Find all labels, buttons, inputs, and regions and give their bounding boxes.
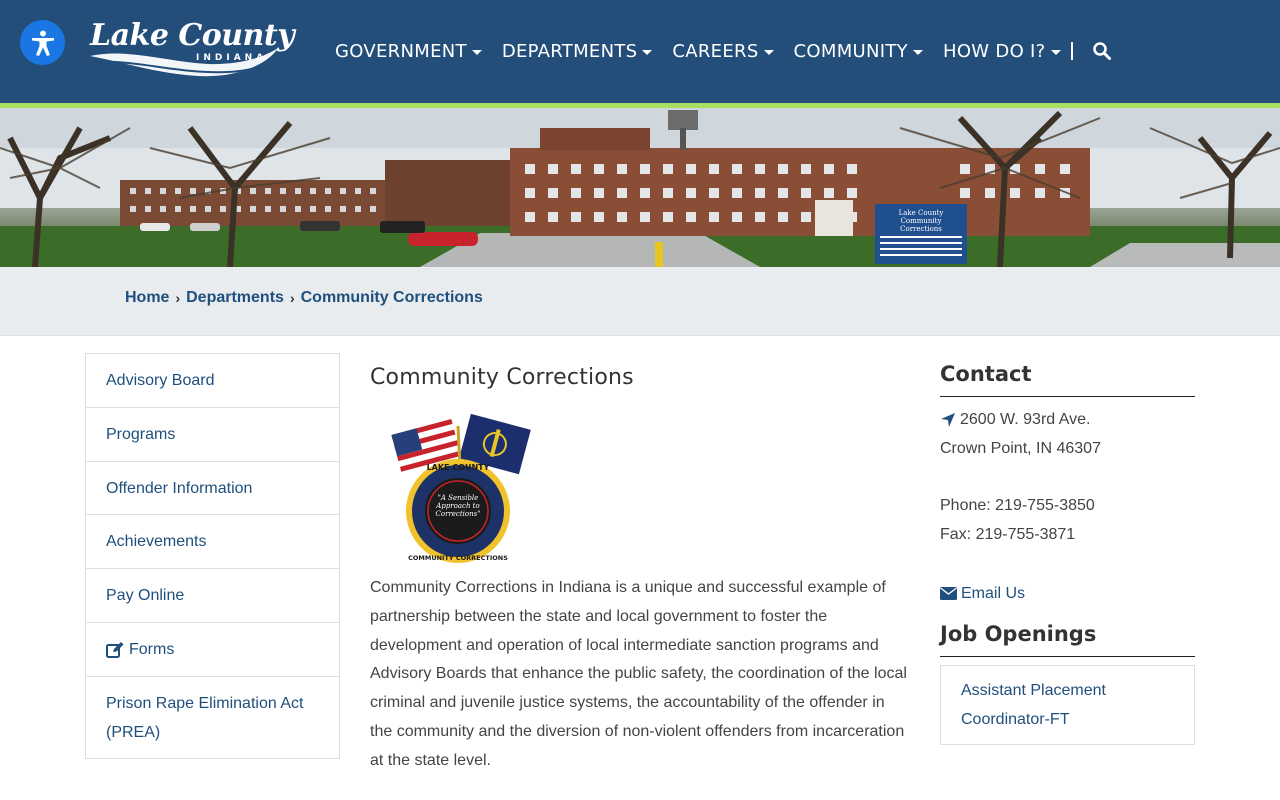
contact-title: Contact xyxy=(940,362,1195,397)
page-title: Community Corrections xyxy=(370,365,634,390)
sidebar-nav: Advisory Board Programs Offender Informa… xyxy=(85,353,340,759)
sidebar-item-pay-online[interactable]: Pay Online xyxy=(86,569,339,623)
search-icon xyxy=(1092,42,1111,60)
accessibility-icon xyxy=(31,30,54,56)
nav-label: DEPARTMENTS xyxy=(501,40,638,62)
accessibility-button[interactable] xyxy=(20,20,65,65)
seal-motto: "A Sensible Approach to Corrections" xyxy=(435,494,481,518)
sign-text: Lake County xyxy=(899,209,944,217)
breadcrumb-home[interactable]: Home xyxy=(125,289,169,307)
envelope-icon xyxy=(940,587,957,600)
hero-banner-image: Lake County Community Corrections xyxy=(0,108,1280,267)
breadcrumb-community-corrections[interactable]: Community Corrections xyxy=(301,289,483,307)
logo-subtext: INDIANA xyxy=(196,53,268,63)
sign-text: Corrections xyxy=(900,225,942,233)
site-header: Lake County INDIANA GOVERNMENT DEPARTMEN… xyxy=(0,0,1280,103)
breadcrumb-separator: › xyxy=(175,290,181,306)
address-line-2: Crown Point, IN 46307 xyxy=(940,440,1101,457)
contact-panel: Contact 2600 W. 93rd Ave. Crown Point, I… xyxy=(940,362,1195,610)
fax-number: Fax: 219-755-3871 xyxy=(940,526,1076,543)
nav-label: COMMUNITY xyxy=(793,40,908,62)
edit-icon xyxy=(106,641,124,658)
nav-government[interactable]: GOVERNMENT xyxy=(335,41,482,62)
sign-text: Community xyxy=(901,217,942,225)
caret-down-icon xyxy=(763,49,774,55)
sidebar-item-label: Achievements xyxy=(106,533,207,550)
phone-number: Phone: 219-755-3850 xyxy=(940,497,1095,514)
nav-divider xyxy=(1070,42,1073,60)
sidebar-item-label: Forms xyxy=(129,641,175,658)
job-title-link[interactable]: Assistant Placement Coordinator-FT xyxy=(961,682,1106,728)
sidebar-item-offender-information[interactable]: Offender Information xyxy=(86,462,339,515)
caret-down-icon xyxy=(471,49,482,55)
seal-logo-icon: LAKE COUNTY "A Sensible Approach to Corr… xyxy=(391,413,531,563)
nav-careers[interactable]: CAREERS xyxy=(672,40,774,62)
job-openings-panel: Job Openings Assistant Placement Coordin… xyxy=(940,622,1195,745)
sidebar-item-advisory-board[interactable]: Advisory Board xyxy=(86,354,339,408)
email-us-link[interactable]: Email Us xyxy=(940,579,1025,608)
job-listing[interactable]: Assistant Placement Coordinator-FT xyxy=(940,665,1195,745)
sidebar-item-prea[interactable]: Prison Rape Elimination Act (PREA) xyxy=(86,677,339,758)
caret-down-icon xyxy=(912,49,923,55)
sidebar-item-forms[interactable]: Forms xyxy=(86,623,339,677)
intro-paragraph: Community Corrections in Indiana is a un… xyxy=(370,579,907,769)
sidebar-item-label: Programs xyxy=(106,426,176,443)
seal-bottom-text: COMMUNITY CORRECTIONS xyxy=(408,554,508,562)
address-street: 2600 W. 93rd Ave. xyxy=(960,411,1091,428)
community-corrections-seal: LAKE COUNTY "A Sensible Approach to Corr… xyxy=(388,408,533,566)
breadcrumb-bar: Home › Departments › Community Correctio… xyxy=(0,267,1280,336)
nav-how-do-i[interactable]: HOW DO I? xyxy=(943,41,1061,62)
main-nav: GOVERNMENT DEPARTMENTS CAREERS COMMUNITY… xyxy=(335,38,1113,64)
sidebar-item-label: Prison Rape Elimination Act (PREA) xyxy=(106,694,304,741)
breadcrumb: Home › Departments › Community Correctio… xyxy=(125,289,483,307)
email-label: Email Us xyxy=(961,585,1026,602)
sidebar-item-label: Pay Online xyxy=(106,587,185,604)
sidebar-item-label: Advisory Board xyxy=(106,372,215,389)
seal-top-text: LAKE COUNTY xyxy=(427,463,490,472)
nav-departments[interactable]: DEPARTMENTS xyxy=(502,41,653,62)
address-line-1: 2600 W. 93rd Ave. xyxy=(940,405,1195,434)
search-button[interactable] xyxy=(1091,40,1113,62)
sidebar-item-label: Offender Information xyxy=(106,479,253,497)
job-openings-title: Job Openings xyxy=(940,622,1195,657)
breadcrumb-departments[interactable]: Departments xyxy=(186,289,284,307)
lake-county-logo[interactable]: Lake County INDIANA xyxy=(88,18,295,84)
logo-text: Lake County xyxy=(90,18,295,53)
location-arrow-icon xyxy=(941,412,955,427)
main-content: Community Corrections LAKE COUNTY "A Sen… xyxy=(370,365,910,776)
nav-community[interactable]: COMMUNITY xyxy=(794,41,923,62)
breadcrumb-separator: › xyxy=(289,290,295,306)
caret-down-icon xyxy=(642,49,653,55)
nav-label: CAREERS xyxy=(672,40,759,62)
nav-label: HOW DO I? xyxy=(942,40,1046,62)
caret-down-icon xyxy=(1050,49,1061,55)
sidebar-item-programs[interactable]: Programs xyxy=(86,408,339,462)
sidebar-item-achievements[interactable]: Achievements xyxy=(86,515,339,569)
building-illustration: Lake County Community Corrections xyxy=(0,108,1280,267)
nav-label: GOVERNMENT xyxy=(335,40,467,62)
